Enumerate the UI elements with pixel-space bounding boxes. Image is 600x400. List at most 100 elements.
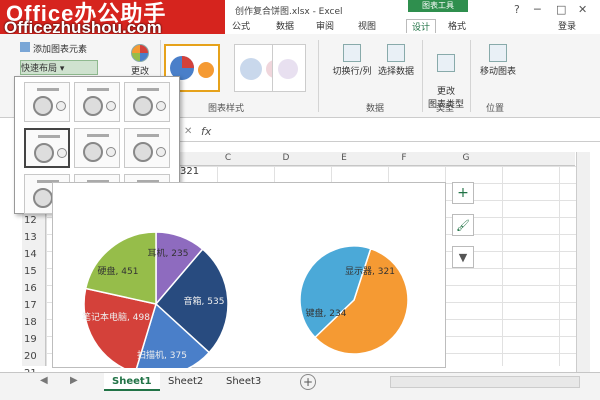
maximize-button[interactable]: □ (556, 3, 566, 16)
scroll-right-icon[interactable]: ▶ (70, 375, 78, 386)
table-icon (387, 44, 405, 62)
quick-layout-option-2[interactable] (74, 82, 120, 122)
tab-formulas[interactable]: 公式 (232, 19, 250, 32)
scroll-left-icon[interactable]: ◀ (40, 375, 48, 386)
filter-icon: ▼ (458, 251, 468, 264)
title-bar-icon (87, 134, 109, 137)
help-button[interactable]: ? (514, 3, 520, 16)
data-label-speaker: 音箱, 535 (184, 295, 225, 307)
chart-filters-button[interactable]: ▼ (452, 246, 474, 268)
quick-layout-button[interactable]: 快速布局 ▾ (20, 60, 98, 75)
move-chart-button[interactable]: 移动图表 (474, 44, 522, 77)
row-header[interactable]: 12 (24, 215, 37, 226)
chart-elements-button[interactable]: + (452, 182, 474, 204)
quick-layout-option-6[interactable] (124, 128, 170, 168)
switch-row-column-button[interactable]: 切换行/列 (326, 44, 378, 77)
pie-icon (106, 147, 116, 157)
data-label-keyboard: 键盘, 234 (306, 307, 347, 319)
pie-icon (33, 96, 53, 116)
vertical-scrollbar[interactable] (576, 152, 590, 372)
active-cell-value[interactable]: 321 (180, 166, 199, 177)
pie-icon (156, 101, 166, 111)
row-header[interactable]: 18 (24, 317, 37, 328)
move-chart-label: 移动图表 (479, 67, 516, 77)
add-sheet-button[interactable]: + (300, 374, 316, 390)
column-header[interactable]: C (218, 153, 238, 163)
row-header[interactable]: 19 (24, 334, 37, 345)
move-chart-icon (489, 44, 507, 62)
ribbon-separator (422, 40, 423, 112)
close-button[interactable]: ✕ (578, 3, 587, 16)
column-header-row (180, 152, 575, 166)
brush-icon: 🖌 (456, 219, 470, 232)
pie-of-pie-chart[interactable]: 硬盘, 451 耳机, 235 音箱, 535 笔记本电脑, 498 扫描机, 375 显… (52, 182, 446, 368)
group-label-data: 数据 (366, 104, 385, 114)
switch-row-column-icon (343, 44, 361, 62)
pie-icon (56, 101, 66, 111)
row-header[interactable]: 14 (24, 249, 37, 260)
row-header[interactable]: 15 (24, 266, 37, 277)
tab-format[interactable]: 格式 (448, 19, 466, 32)
pie-icon (133, 142, 153, 162)
chevron-down-icon: ▾ (59, 64, 65, 74)
group-label-location: 位置 (486, 104, 505, 114)
title-bar-icon (37, 88, 59, 91)
row-header[interactable]: 20 (24, 351, 37, 362)
add-element-label: 添加图表元素 (33, 45, 88, 55)
pie-icon (57, 148, 67, 158)
sheet-tab-sheet1[interactable]: Sheet1 (104, 373, 160, 391)
sheet-tab-sheet3[interactable]: Sheet3 (218, 373, 269, 391)
formula-bar[interactable] (180, 124, 600, 142)
tab-view[interactable]: 视图 (358, 19, 376, 32)
chart-styles-button[interactable]: 🖌 (452, 214, 474, 236)
select-data-button[interactable]: 选择数据 (374, 44, 418, 77)
row-header[interactable]: 13 (24, 232, 37, 243)
quick-layout-option-3[interactable] (124, 82, 170, 122)
pie-icon (83, 142, 103, 162)
cancel-icon[interactable]: ✕ (184, 126, 192, 137)
insert-function-button[interactable]: fx (201, 125, 211, 138)
title-bar-icon (38, 135, 60, 138)
data-label-monitor: 显示器, 321 (345, 266, 395, 277)
group-label-chart-styles: 图表样式 (208, 104, 245, 114)
select-data-label: 选择数据 (377, 67, 414, 77)
pie-icon (156, 147, 166, 157)
pie-icon (133, 96, 153, 116)
data-label-earphone: 耳机, 235 (148, 247, 189, 259)
chart-type-icon (437, 54, 455, 72)
pie-icon (33, 188, 53, 208)
window-title: 创作复合饼图.xlsx - Excel (235, 7, 343, 17)
row-header[interactable]: 17 (24, 300, 37, 311)
palette-icon (131, 44, 149, 62)
login-link[interactable]: 登录 (558, 19, 576, 32)
pie-style-icon (278, 59, 298, 79)
add-chart-element-button[interactable]: 添加图表元素 (20, 42, 116, 55)
data-label-hdd: 硬盘, 451 (98, 265, 139, 277)
title-bar-icon (87, 88, 109, 91)
row-header[interactable]: 16 (24, 283, 37, 294)
horizontal-scrollbar[interactable] (390, 376, 580, 388)
chart-style-3[interactable] (272, 44, 306, 92)
minimize-button[interactable]: ─ (534, 3, 541, 16)
sheet-tab-sheet2[interactable]: Sheet2 (160, 373, 211, 391)
tab-data[interactable]: 数据 (276, 19, 294, 32)
pie-icon (106, 101, 116, 111)
pie-icon (34, 143, 54, 163)
title-bar-icon (137, 88, 159, 91)
change-colors-button[interactable]: 更改 (124, 44, 156, 77)
plus-icon: + (457, 185, 469, 201)
quick-layout-option-4[interactable] (24, 128, 70, 168)
switch-row-column-label: 切换行/列 (332, 67, 372, 77)
ribbon-separator (318, 40, 319, 112)
column-header[interactable]: G (456, 153, 476, 163)
column-header[interactable]: D (276, 153, 296, 163)
tab-review[interactable]: 审阅 (316, 19, 334, 32)
data-label-router: 扫描机, 375 (137, 349, 187, 361)
column-header[interactable]: E (334, 153, 354, 163)
add-element-icon (20, 42, 30, 52)
quick-layout-option-1[interactable] (24, 82, 70, 122)
column-header[interactable]: F (394, 153, 414, 163)
tab-design[interactable]: 设计 (406, 19, 437, 33)
title-bar-icon (137, 134, 159, 137)
quick-layout-option-5[interactable] (74, 128, 120, 168)
